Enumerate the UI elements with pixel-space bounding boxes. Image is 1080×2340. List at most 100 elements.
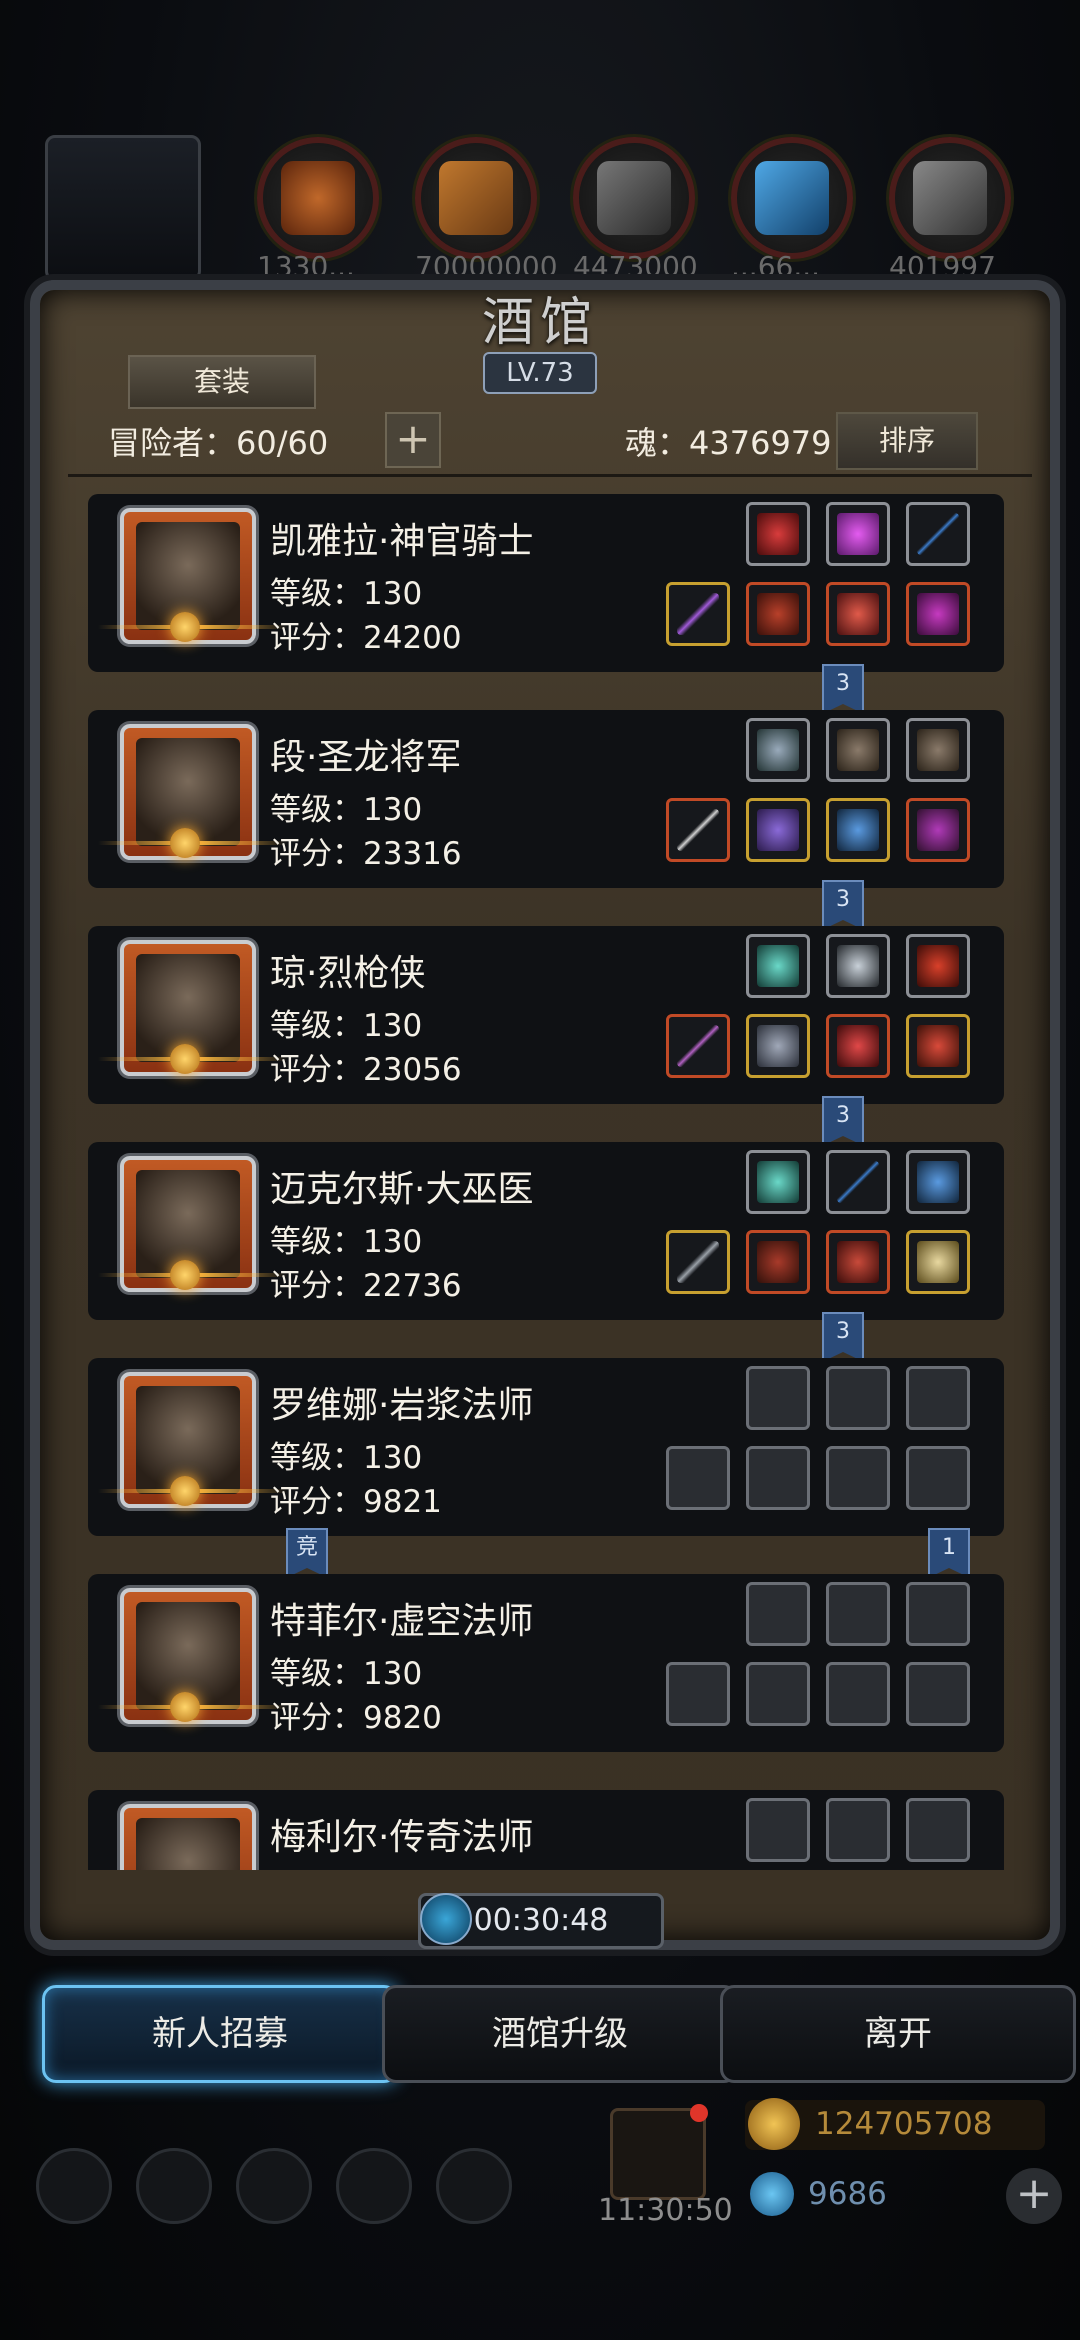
- recruit-button[interactable]: 新人招募: [42, 1985, 398, 2083]
- wood-value: 70000000: [415, 250, 558, 283]
- rune-slot-icon[interactable]: [746, 1150, 810, 1214]
- medal-icon: [170, 1476, 200, 1506]
- rune-slot-icon[interactable]: [746, 502, 810, 566]
- staff-slot-icon[interactable]: [666, 1230, 730, 1294]
- hero-level: 等级：130: [270, 1008, 423, 1044]
- gem-icon: [750, 2172, 794, 2216]
- empty-ring-slot-icon[interactable]: [906, 1446, 970, 1510]
- ring-slot-icon[interactable]: [826, 1014, 890, 1078]
- set-button[interactable]: 套装: [128, 355, 316, 409]
- crystal-resource-icon[interactable]: [731, 137, 853, 259]
- iron-value: 401997: [889, 250, 996, 283]
- empty-rune-slot-icon[interactable]: [826, 1798, 890, 1862]
- upgrade-tavern-button[interactable]: 酒馆升级: [382, 1985, 738, 2083]
- amulet-slot-icon[interactable]: [906, 1150, 970, 1214]
- amulet-slot-icon[interactable]: [906, 798, 970, 862]
- set-connector-badge: 1: [928, 1528, 970, 1578]
- soul-count: 魂：4376979: [625, 424, 832, 462]
- quest-icon[interactable]: [236, 2148, 312, 2224]
- empty-rune-slot-icon[interactable]: [826, 1366, 890, 1430]
- set-connector-badge: 3: [822, 880, 864, 930]
- empty-rune-slot-icon[interactable]: [826, 1582, 890, 1646]
- tavern-level-badge: LV.73: [483, 352, 597, 394]
- food-resource-icon[interactable]: [257, 137, 379, 259]
- helmet-slot-icon[interactable]: [746, 718, 810, 782]
- hero-card[interactable]: 迈克尔斯·大巫医 等级：130 评分：22736: [88, 1142, 1004, 1320]
- bow-slot-icon[interactable]: [826, 1150, 890, 1214]
- hero-card[interactable]: 罗维娜·岩浆法师 等级：130 评分：9821: [88, 1358, 1004, 1536]
- set-connector-badge: 3: [822, 1096, 864, 1146]
- leave-button[interactable]: 离开: [720, 1985, 1076, 2083]
- crystal-slot-icon[interactable]: [906, 1230, 970, 1294]
- hero-name: 梅利尔·传奇法师: [270, 1817, 534, 1858]
- clock-icon: [420, 1893, 472, 1945]
- add-currency-button[interactable]: +: [1006, 2168, 1062, 2224]
- gauntlet-slot-icon[interactable]: [906, 718, 970, 782]
- empty-armor-slot-icon[interactable]: [746, 1446, 810, 1510]
- empty-rune-slot-icon[interactable]: [906, 1798, 970, 1862]
- settings-icon[interactable]: [36, 2148, 112, 2224]
- armor-slot-icon[interactable]: [746, 1014, 810, 1078]
- empty-ring-slot-icon[interactable]: [826, 1662, 890, 1726]
- hero-name: 琼·烈枪侠: [270, 953, 426, 994]
- empty-armor-slot-icon[interactable]: [746, 1662, 810, 1726]
- gift-chest-icon[interactable]: [610, 2108, 706, 2200]
- empty-flame-slot-icon[interactable]: [746, 1798, 810, 1862]
- empty-rune-slot-icon[interactable]: [906, 1366, 970, 1430]
- empty-weapon-slot-icon[interactable]: [666, 1662, 730, 1726]
- game-clock: 11:30:50: [598, 2193, 733, 2228]
- hero-card[interactable]: 段·圣龙将军 等级：130 评分：23316: [88, 710, 1004, 888]
- hero-card[interactable]: 琼·烈枪侠 等级：130 评分：23056: [88, 926, 1004, 1104]
- hero-level: 等级：130: [270, 1224, 423, 1260]
- sort-button[interactable]: 排序: [836, 412, 978, 470]
- ring-slot-icon[interactable]: [826, 582, 890, 646]
- player-portrait[interactable]: [45, 135, 201, 281]
- gauntlet-slot-icon[interactable]: [826, 718, 890, 782]
- wood-resource-icon[interactable]: [415, 137, 537, 259]
- empty-weapon-slot-icon[interactable]: [666, 1446, 730, 1510]
- hero-level: 等级：130: [270, 1440, 423, 1476]
- amulet-slot-icon[interactable]: [906, 1014, 970, 1078]
- crown-slot-icon[interactable]: [906, 934, 970, 998]
- divider: [68, 474, 1032, 477]
- medal-icon: [170, 1260, 200, 1290]
- sword-slot-icon[interactable]: [666, 798, 730, 862]
- iron-resource-icon[interactable]: [889, 137, 1011, 259]
- guild-icon[interactable]: [436, 2148, 512, 2224]
- medal-icon: [170, 1044, 200, 1074]
- staff-slot-icon[interactable]: [666, 582, 730, 646]
- empty-ring-slot-icon[interactable]: [826, 1446, 890, 1510]
- hero-name: 段·圣龙将军: [270, 737, 462, 778]
- armor-slot-icon[interactable]: [746, 1230, 810, 1294]
- hero-card[interactable]: 特菲尔·虚空法师 等级：130 评分：9820: [88, 1574, 1004, 1752]
- set-connector-badge: 3: [822, 664, 864, 714]
- medal-icon: [170, 1692, 200, 1722]
- armor-slot-icon[interactable]: [746, 798, 810, 862]
- medal-slot-icon[interactable]: [826, 1230, 890, 1294]
- gem-slot-icon[interactable]: [826, 502, 890, 566]
- crystal-value: ...66...: [731, 250, 821, 283]
- sword-slot-icon[interactable]: [666, 1014, 730, 1078]
- arena-connector-badge: 竞: [286, 1528, 328, 1578]
- add-adventurer-slot-button[interactable]: +: [385, 412, 441, 468]
- hero-name: 特菲尔·虚空法师: [270, 1601, 534, 1642]
- empty-flame-slot-icon[interactable]: [746, 1366, 810, 1430]
- panel-title: 酒馆: [481, 293, 598, 353]
- set-connector-badge: 3: [822, 1312, 864, 1362]
- armor-slot-icon[interactable]: [746, 582, 810, 646]
- hero-list[interactable]: 凯雅拉·神官骑士 等级：130 评分：24200 3 段·圣龙将军 等级：130…: [40, 478, 1030, 1870]
- hero-level: 等级：130: [270, 576, 423, 612]
- empty-rune-slot-icon[interactable]: [906, 1582, 970, 1646]
- empty-flame-slot-icon[interactable]: [746, 1582, 810, 1646]
- amulet-slot-icon[interactable]: [826, 798, 890, 862]
- stone-resource-icon[interactable]: [573, 137, 695, 259]
- hero-menu-icon[interactable]: [136, 2148, 212, 2224]
- hero-card[interactable]: 凯雅拉·神官骑士 等级：130 评分：24200: [88, 494, 1004, 672]
- empty-ring-slot-icon[interactable]: [906, 1662, 970, 1726]
- mail-icon[interactable]: [336, 2148, 412, 2224]
- hero-card[interactable]: 梅利尔·传奇法师: [88, 1790, 1004, 1870]
- rune-slot-icon[interactable]: [746, 934, 810, 998]
- amulet-slot-icon[interactable]: [906, 582, 970, 646]
- emblem-slot-icon[interactable]: [826, 934, 890, 998]
- bow-slot-icon[interactable]: [906, 502, 970, 566]
